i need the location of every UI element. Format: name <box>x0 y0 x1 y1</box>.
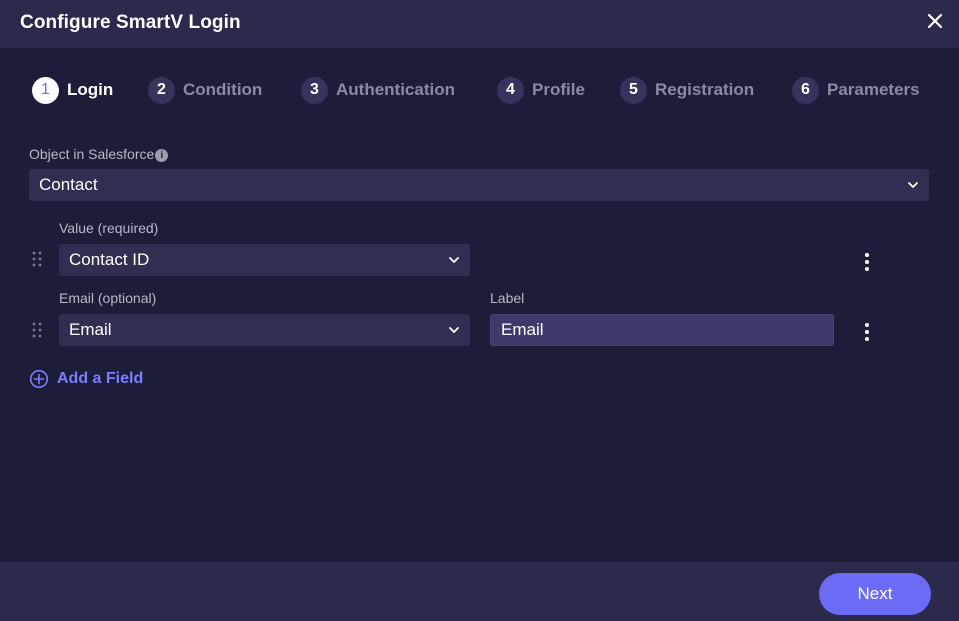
configure-login-dialog: Configure SmartV Login 1 Login 2 Conditi… <box>0 0 959 621</box>
step-number: 6 <box>792 76 819 104</box>
chevron-down-icon <box>448 324 460 336</box>
step-number: 5 <box>620 76 647 104</box>
step-condition[interactable]: 2 Condition <box>148 76 262 104</box>
object-select-value: Contact <box>39 175 98 194</box>
step-login[interactable]: 1 Login <box>32 76 113 104</box>
step-label: Profile <box>532 80 585 99</box>
drag-handle-icon[interactable] <box>31 250 43 268</box>
email-field-label: Email (optional) <box>59 290 157 306</box>
object-field-label: Object in Salesforce i <box>29 146 169 162</box>
object-field-label-text: Object in Salesforce <box>29 146 155 162</box>
dialog-title: Configure SmartV Login <box>20 12 241 33</box>
drag-handle-icon[interactable] <box>31 321 43 339</box>
step-number: 4 <box>497 76 524 104</box>
step-parameters[interactable]: 6 Parameters <box>792 76 920 104</box>
wizard-steps: 1 Login 2 Condition 3 Authentication 4 P… <box>0 76 959 104</box>
step-registration[interactable]: 5 Registration <box>620 76 754 104</box>
next-button[interactable]: Next <box>819 573 931 615</box>
step-profile[interactable]: 4 Profile <box>497 76 585 104</box>
add-field-label: Add a Field <box>57 370 144 387</box>
step-label: Authentication <box>336 80 455 99</box>
chevron-down-icon <box>907 179 919 191</box>
value-select-value: Contact ID <box>69 250 150 269</box>
step-authentication[interactable]: 3 Authentication <box>301 76 455 104</box>
value-field-label: Value (required) <box>59 220 159 236</box>
close-icon <box>927 13 943 29</box>
plus-circle-icon <box>29 369 49 389</box>
step-number: 3 <box>301 76 328 104</box>
chevron-down-icon <box>448 254 460 266</box>
step-label: Registration <box>655 80 755 99</box>
step-number: 2 <box>148 76 175 104</box>
step-label: Parameters <box>827 80 920 99</box>
dialog-header: Configure SmartV Login <box>0 0 959 48</box>
email-select-value: Email <box>69 320 112 339</box>
dialog-footer <box>0 562 959 621</box>
close-button[interactable] <box>924 10 946 32</box>
step-number: 1 <box>32 76 59 104</box>
step-label: Condition <box>183 80 263 99</box>
info-icon[interactable]: i <box>155 149 169 162</box>
step-label: Login <box>67 80 114 99</box>
email-select[interactable]: Email <box>59 314 470 346</box>
value-select[interactable]: Contact ID <box>59 244 470 276</box>
add-field-button[interactable]: Add a Field <box>29 369 143 389</box>
more-options-icon[interactable] <box>861 322 873 342</box>
object-select[interactable]: Contact <box>29 169 929 201</box>
label-input[interactable] <box>490 314 834 346</box>
label-field-label: Label <box>490 290 525 306</box>
more-options-icon[interactable] <box>861 252 873 272</box>
